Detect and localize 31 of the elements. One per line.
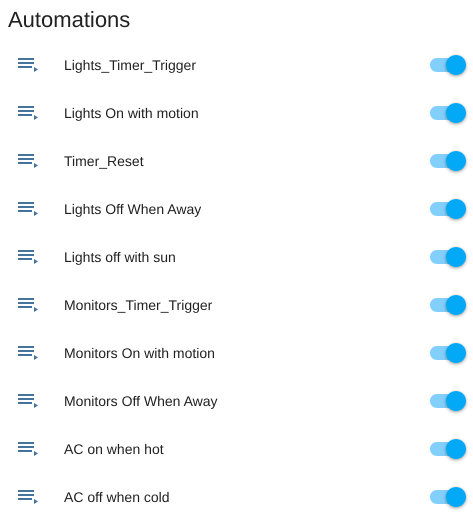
list-play-icon xyxy=(18,346,38,360)
list-play-icon xyxy=(18,106,38,120)
toggle-switch[interactable] xyxy=(430,247,466,267)
automation-name: Lights Off When Away xyxy=(64,201,202,217)
list-play-icon xyxy=(18,250,38,264)
list-play-icon xyxy=(18,442,38,456)
toggle-switch[interactable] xyxy=(430,103,466,123)
toggle-switch[interactable] xyxy=(430,199,466,219)
list-play-icon xyxy=(18,298,38,312)
list-play-icon xyxy=(18,58,38,72)
list-play-icon xyxy=(18,490,38,504)
automation-name: Monitors On with motion xyxy=(64,345,216,361)
toggle-switch[interactable] xyxy=(430,295,466,315)
card-title: Automations xyxy=(7,6,132,34)
toggle-switch[interactable] xyxy=(430,151,466,171)
toggle-switch[interactable] xyxy=(430,391,466,411)
automation-name: Lights_Timer_Trigger xyxy=(64,57,198,73)
automation-name: Monitors Off When Away xyxy=(64,393,219,409)
toggle-switch[interactable] xyxy=(430,439,466,459)
automation-name: AC on when hot xyxy=(64,441,165,457)
automation-name: Lights off with sun xyxy=(64,249,177,265)
toggle-switch[interactable] xyxy=(430,55,466,75)
toggle-switch[interactable] xyxy=(430,487,466,507)
automation-name: Monitors_Timer_Trigger xyxy=(64,297,214,313)
list-play-icon xyxy=(18,154,38,168)
toggle-switch[interactable] xyxy=(430,343,466,363)
automation-name: Timer_Reset xyxy=(64,153,145,169)
automation-name: AC off when cold xyxy=(64,489,171,505)
list-play-icon xyxy=(18,202,38,216)
list-play-icon xyxy=(18,394,38,408)
automation-name: Lights On with motion xyxy=(64,105,200,121)
